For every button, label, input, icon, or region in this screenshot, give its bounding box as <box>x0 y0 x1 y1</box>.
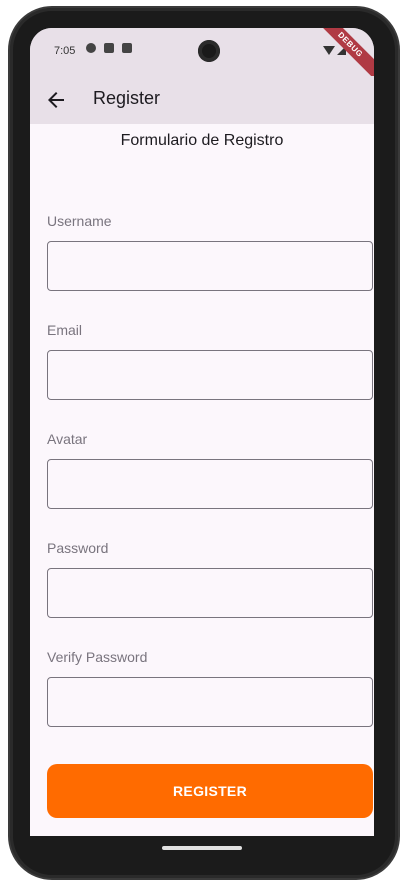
password-label: Password <box>47 540 109 556</box>
avatar-label: Avatar <box>47 431 88 447</box>
password-field[interactable] <box>47 568 373 618</box>
status-bar: 7:05 <box>30 28 374 76</box>
sd-card-icon <box>104 43 114 53</box>
verify-password-field[interactable] <box>47 677 373 727</box>
wifi-icon <box>323 46 335 55</box>
page-title: Register <box>93 88 161 108</box>
app-screen: 7:05 DEBUG Register Formulario de Regist… <box>30 28 374 836</box>
system-nav-bar <box>30 836 374 860</box>
email-field[interactable] <box>47 350 373 400</box>
form-heading: Formulario de Registro <box>120 132 284 149</box>
avatar-field[interactable] <box>47 459 373 509</box>
app-bar: Register <box>30 76 374 124</box>
verify-password-label: Verify Password <box>47 649 148 665</box>
home-handle[interactable] <box>162 846 242 850</box>
username-label: Username <box>47 213 112 229</box>
camera-cutout <box>198 40 220 62</box>
notification-icon <box>122 43 132 53</box>
back-arrow-icon[interactable] <box>44 88 68 112</box>
shield-icon <box>86 43 96 53</box>
username-field[interactable] <box>47 241 373 291</box>
status-time: 7:05 <box>54 45 76 57</box>
email-label: Email <box>47 322 83 338</box>
register-button[interactable]: REGISTER <box>47 764 373 818</box>
